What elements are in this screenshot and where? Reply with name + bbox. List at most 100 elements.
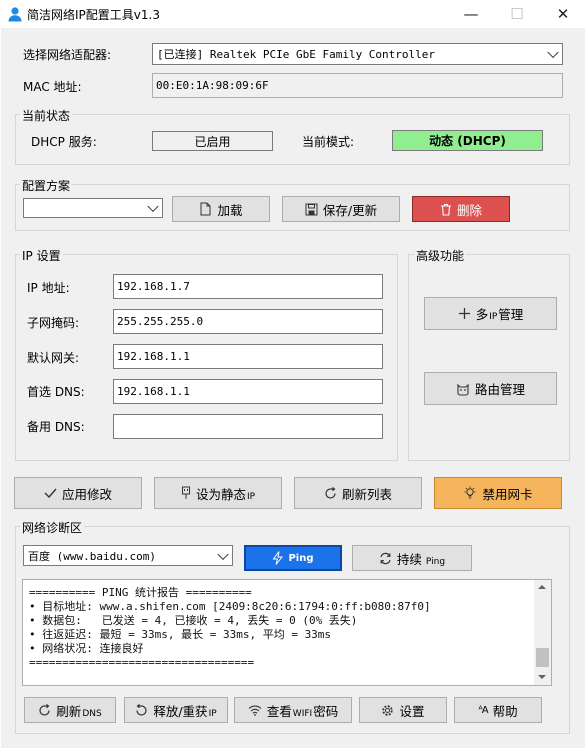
- wifi-label-tail: 密码: [313, 703, 339, 719]
- checkmark-icon: [44, 488, 57, 499]
- primary-dns-input[interactable]: 192.168.1.1: [113, 379, 383, 404]
- continuous-ping-button[interactable]: 持续 Ping: [352, 545, 472, 571]
- multi-ip-button[interactable]: 多 IP 管理: [424, 297, 557, 330]
- settings-button[interactable]: 设置: [359, 697, 447, 723]
- chevron-down-icon: [147, 200, 159, 213]
- ping-button[interactable]: Ping: [244, 545, 342, 571]
- dhcp-status-value: 已启用: [152, 131, 273, 151]
- route-management-label: 路由管理: [474, 382, 525, 397]
- chevron-down-icon: [547, 46, 559, 59]
- ip-address-label: IP 地址:: [27, 281, 70, 295]
- minimize-button[interactable]: —: [448, 0, 494, 28]
- log-line: ========== PING 统计报告 ==========: [29, 586, 252, 599]
- adapter-label: 选择网络适配器:: [23, 48, 112, 62]
- ping-log-output[interactable]: ========== PING 统计报告 ========== • 目标地址: …: [22, 579, 552, 686]
- set-static-ip-label-main: 设为静态: [195, 486, 246, 502]
- disable-adapter-label: 禁用网卡: [482, 486, 533, 502]
- ip-settings-title: IP 设置: [20, 247, 63, 264]
- app-user-icon: [7, 6, 23, 22]
- ip-address-input[interactable]: 192.168.1.7: [113, 274, 383, 299]
- multi-ip-label-small: IP: [489, 312, 498, 322]
- file-icon: [200, 202, 211, 216]
- gear-icon: [382, 704, 394, 716]
- save-profile-button[interactable]: 保存/更新: [282, 196, 400, 222]
- apply-changes-button[interactable]: 应用修改: [14, 477, 142, 509]
- chevron-down-icon: [217, 548, 229, 560]
- wifi-label-main: 查看: [266, 703, 292, 719]
- refresh-list-label: 刷新列表: [341, 486, 392, 502]
- adapter-selected-value: [已连接] Realtek PCIe GbE Family Controller: [157, 48, 436, 61]
- load-profile-label: 加载: [217, 202, 243, 218]
- loop-icon: [380, 552, 391, 564]
- release-renew-ip-button[interactable]: 释放/重获 IP: [124, 697, 228, 723]
- subnet-mask-input[interactable]: 255.255.255.0: [113, 309, 383, 334]
- log-line: ==================================: [29, 656, 255, 669]
- dhcp-label: DHCP 服务:: [31, 135, 97, 149]
- save-profile-label: 保存/更新: [322, 202, 378, 218]
- secondary-dns-input[interactable]: [113, 414, 383, 439]
- close-button[interactable]: ✕: [540, 0, 586, 28]
- refresh-dns-button[interactable]: 刷新 DNS: [24, 697, 116, 723]
- set-static-ip-button[interactable]: 设为静态 IP: [154, 477, 282, 509]
- profile-group-title: 配置方案: [20, 177, 73, 194]
- wifi-label-small: WIFI: [292, 708, 313, 719]
- lightbulb-icon: [464, 486, 476, 499]
- ethernet-plug-icon: [181, 486, 190, 499]
- log-line: • 网络状况: 连接良好: [29, 642, 144, 655]
- ping-label: Ping: [288, 552, 314, 564]
- floppy-disk-icon: [305, 203, 318, 215]
- set-static-ip-label-small: IP: [246, 491, 256, 502]
- refresh-icon: [39, 703, 50, 716]
- wifi-icon: [248, 705, 262, 716]
- multi-ip-label-main: 多: [475, 307, 489, 322]
- log-scrollbar[interactable]: [534, 580, 551, 685]
- log-line: • 目标地址: www.a.shifen.com [2409:8c20:6:17…: [29, 600, 431, 613]
- ping-target-value: 百度 (www.baidu.com): [28, 549, 156, 563]
- lightning-icon: [272, 551, 284, 565]
- help-button[interactable]: ᴬA 帮助: [454, 697, 542, 723]
- primary-dns-label: 首选 DNS:: [27, 385, 85, 399]
- continuous-ping-label-main: 持续: [396, 551, 422, 567]
- delete-profile-label: 删除: [456, 202, 482, 218]
- scroll-down-arrow-icon[interactable]: [538, 675, 546, 679]
- status-group-title: 当前状态: [20, 107, 73, 124]
- advanced-group-title: 高级功能: [414, 247, 467, 264]
- router-cat-icon: [457, 383, 469, 396]
- settings-label: 设置: [399, 703, 425, 719]
- adapter-select[interactable]: [已连接] Realtek PCIe GbE Family Controller: [152, 43, 563, 65]
- refresh-icon: [325, 486, 336, 499]
- mode-status-badge: 动态 (DHCP): [392, 130, 543, 151]
- secondary-dns-label: 备用 DNS:: [27, 420, 85, 434]
- mac-label: MAC 地址:: [23, 80, 82, 94]
- scrollbar-thumb[interactable]: [536, 648, 549, 667]
- trash-icon: [440, 203, 451, 216]
- continuous-ping-label-small: Ping: [425, 556, 446, 567]
- disable-adapter-button[interactable]: 禁用网卡: [434, 477, 562, 509]
- refresh-icon: [136, 703, 147, 716]
- log-line: • 往返延迟: 最短 = 33ms, 最长 = 33ms, 平均 = 33ms: [29, 628, 332, 641]
- load-profile-button[interactable]: 加载: [172, 196, 270, 222]
- font-size-icon: ᴬA: [478, 704, 488, 716]
- maximize-button[interactable]: ☐: [494, 0, 540, 28]
- subnet-mask-label: 子网掩码:: [27, 316, 80, 330]
- refresh-list-button[interactable]: 刷新列表: [294, 477, 422, 509]
- ping-target-select[interactable]: 百度 (www.baidu.com): [23, 545, 233, 566]
- plus-icon: [458, 308, 470, 319]
- gateway-label: 默认网关:: [27, 351, 80, 365]
- mac-address-field[interactable]: 00:E0:1A:98:09:6F: [152, 73, 563, 98]
- release-renew-label-main: 释放/重获: [153, 703, 208, 719]
- refresh-dns-label-main: 刷新: [56, 703, 82, 719]
- refresh-dns-label-small: DNS: [82, 708, 102, 719]
- delete-profile-button[interactable]: 删除: [412, 196, 510, 222]
- log-line: • 数据包: 已发送 = 4, 已接收 = 4, 丢失 = 0 (0% 丢失): [29, 614, 358, 627]
- scroll-up-arrow-icon[interactable]: [538, 585, 546, 589]
- window-title: 简洁网络IP配置工具v1.3: [27, 8, 160, 22]
- route-management-button[interactable]: 路由管理: [424, 372, 557, 405]
- apply-changes-label: 应用修改: [61, 486, 112, 502]
- profile-select[interactable]: [23, 198, 163, 218]
- gateway-input[interactable]: 192.168.1.1: [113, 344, 383, 369]
- release-renew-label-small: IP: [208, 708, 217, 719]
- mode-label: 当前模式:: [302, 135, 355, 149]
- diagnostics-group-title: 网络诊断区: [20, 519, 85, 536]
- view-wifi-password-button[interactable]: 查看 WIFI 密码: [234, 697, 352, 723]
